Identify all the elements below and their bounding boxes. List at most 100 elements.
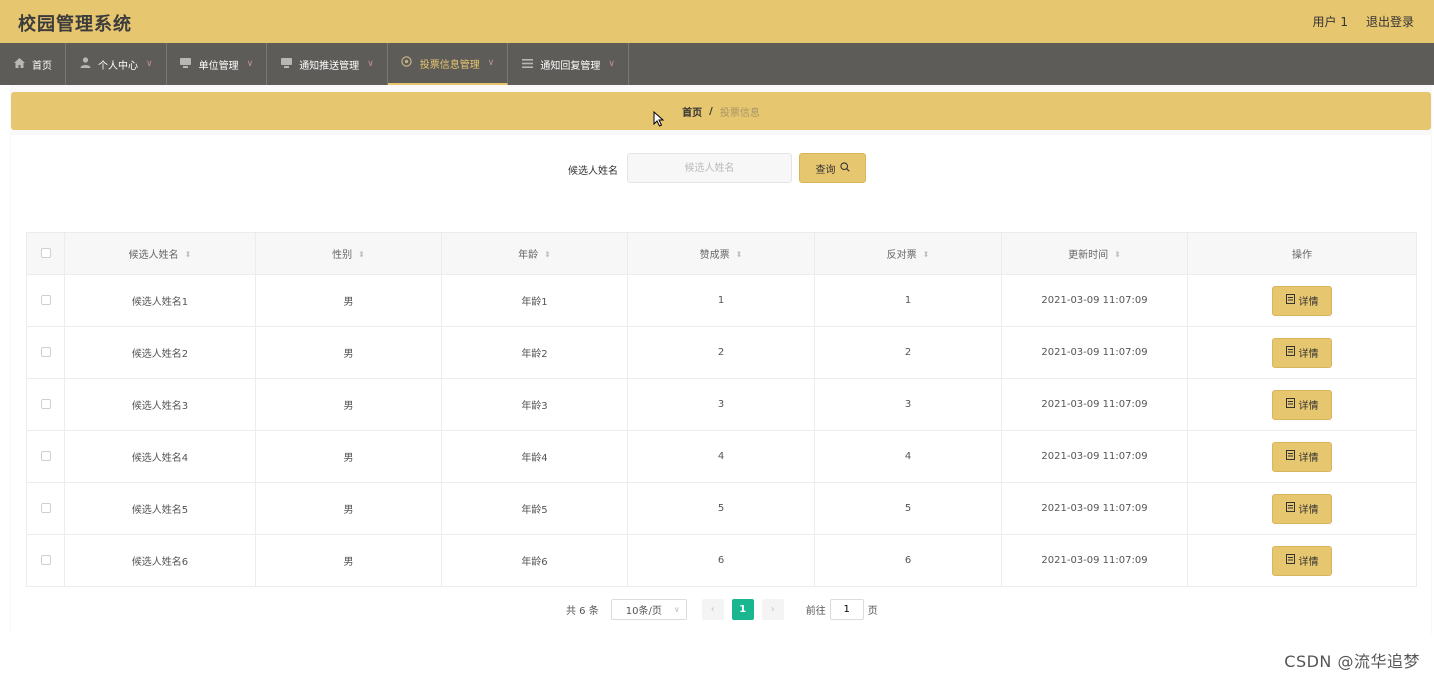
sort-icon[interactable]: ⬍	[544, 251, 551, 259]
nav-item-notice-reply[interactable]: 通知回复管理 ∨	[508, 43, 629, 85]
nav-label: 单位管理	[198, 60, 239, 72]
cell-no-votes: 2	[814, 326, 1002, 379]
chevron-down-icon: ∨	[367, 59, 374, 69]
sort-icon[interactable]: ⬍	[1114, 251, 1121, 259]
nav-label: 通知推送管理	[299, 60, 360, 72]
goto-page-input[interactable]	[829, 598, 864, 620]
table-header-row: 候选人姓名 ⬍ 性别 ⬍ 年龄 ⬍ 赞成票 ⬍ 反对票 ⬍ 更新时间 ⬍ 操作	[26, 232, 1417, 275]
detail-button[interactable]: 详情	[1272, 285, 1332, 316]
cell-age: 年龄5	[441, 482, 628, 535]
detail-button[interactable]: 详情	[1272, 337, 1332, 368]
cell-yes-votes: 6	[627, 534, 815, 587]
breadcrumb-home[interactable]: 首页	[682, 104, 702, 119]
row-checkbox[interactable]	[40, 503, 51, 513]
column-header: 操作	[1187, 232, 1417, 275]
column-header[interactable]: 赞成票 ⬍	[627, 232, 815, 275]
goto-label: 前往	[805, 605, 826, 617]
row-checkbox[interactable]	[40, 555, 51, 565]
row-checkbox[interactable]	[40, 451, 51, 461]
menu-icon	[521, 58, 533, 71]
table-row: 候选人姓名2 男 年龄2 2 2 2021-03-09 11:07:09 详情	[26, 326, 1417, 379]
nav-item-vote-info[interactable]: 投票信息管理 ∨	[387, 43, 509, 85]
cell-yes-votes: 4	[627, 430, 815, 483]
breadcrumb-separator: /	[709, 105, 713, 117]
nav-item-notice-push[interactable]: 通知推送管理 ∨	[267, 43, 388, 85]
nav-item-home[interactable]: 首页	[0, 43, 66, 85]
column-header[interactable]: 反对票 ⬍	[814, 232, 1002, 275]
row-checkbox[interactable]	[40, 399, 51, 409]
search-label: 候选人姓名	[568, 166, 618, 177]
nav-item-unit-management[interactable]: 单位管理 ∨	[167, 43, 268, 85]
sort-icon[interactable]: ⬍	[185, 251, 192, 259]
nav-label: 投票信息管理	[419, 59, 480, 71]
cell-updated-time: 2021-03-09 11:07:09	[1001, 534, 1188, 587]
breadcrumb-current: 投票信息	[719, 107, 760, 119]
cell-no-votes: 6	[814, 534, 1002, 587]
table-row: 候选人姓名5 男 年龄5 5 5 2021-03-09 11:07:09 详情	[26, 482, 1417, 535]
select-all-checkbox[interactable]	[40, 248, 51, 258]
page-size-select[interactable]: 10条/页 ∨	[610, 598, 687, 620]
column-header[interactable]: 候选人姓名 ⬍	[64, 232, 256, 275]
document-icon	[1285, 554, 1295, 567]
monitor-icon	[280, 57, 292, 71]
sort-icon[interactable]: ⬍	[358, 251, 365, 259]
breadcrumb: 首页 / 投票信息	[11, 92, 1431, 130]
next-page-button[interactable]: ›	[761, 598, 784, 620]
detail-button[interactable]: 详情	[1272, 493, 1332, 524]
column-header[interactable]: 性别 ⬍	[255, 232, 442, 275]
row-checkbox[interactable]	[40, 347, 51, 357]
cell-age: 年龄2	[441, 326, 628, 379]
current-user[interactable]: 用户 1	[1313, 13, 1348, 30]
watermark: CSDN @流华追梦	[1284, 652, 1420, 671]
document-icon	[1285, 346, 1295, 359]
cell-updated-time: 2021-03-09 11:07:09	[1001, 430, 1188, 483]
page-number-button[interactable]: 1	[731, 598, 754, 620]
cell-age: 年龄4	[441, 430, 628, 483]
search-icon	[839, 161, 850, 175]
column-header[interactable]: 年龄 ⬍	[441, 232, 628, 275]
cell-name: 候选人姓名3	[64, 378, 256, 431]
user-area: 用户 1 退出登录	[1313, 13, 1414, 30]
nav-item-personal-center[interactable]: 个人中心 ∨	[66, 43, 167, 85]
chevron-down-icon: ∨	[487, 58, 495, 68]
cell-name: 候选人姓名6	[64, 534, 256, 587]
document-icon	[1285, 450, 1295, 463]
cell-yes-votes: 2	[627, 326, 815, 379]
cell-no-votes: 3	[814, 378, 1002, 431]
cell-no-votes: 5	[814, 482, 1002, 535]
monitor-icon	[180, 57, 192, 71]
document-icon	[1285, 294, 1295, 307]
sort-icon[interactable]: ⬍	[923, 251, 930, 259]
column-header[interactable]: 更新时间 ⬍	[1001, 232, 1188, 275]
cell-gender: 男	[255, 274, 442, 327]
cell-yes-votes: 3	[627, 378, 815, 431]
chevron-down-icon: ∨	[673, 604, 680, 614]
detail-button[interactable]: 详情	[1272, 441, 1332, 472]
cell-name: 候选人姓名1	[64, 274, 256, 327]
detail-button[interactable]: 详情	[1272, 545, 1332, 576]
detail-button[interactable]: 详情	[1272, 389, 1332, 420]
chevron-left-icon: ‹	[710, 603, 715, 615]
cell-name: 候选人姓名4	[64, 430, 256, 483]
candidate-name-search-input[interactable]	[627, 153, 792, 183]
cell-yes-votes: 5	[627, 482, 815, 535]
cell-gender: 男	[255, 326, 442, 379]
search-button[interactable]: 查询	[799, 153, 866, 183]
cell-no-votes: 4	[814, 430, 1002, 483]
nav-label: 首页	[32, 60, 52, 72]
select-all-cell[interactable]	[26, 232, 65, 275]
mouse-cursor-icon	[653, 111, 665, 127]
table-row: 候选人姓名1 男 年龄1 1 1 2021-03-09 11:07:09 详情	[26, 274, 1417, 327]
chevron-right-icon: ›	[770, 603, 775, 615]
document-icon	[1285, 502, 1295, 515]
main-nav: 首页 个人中心 ∨ 单位管理 ∨ 通知推送管理 ∨ 投票信息管理 ∨ 通知回复管…	[0, 43, 1434, 85]
logout-link[interactable]: 退出登录	[1366, 13, 1414, 30]
row-checkbox[interactable]	[40, 295, 51, 305]
chevron-down-icon: ∨	[146, 59, 153, 69]
vote-table: 候选人姓名 ⬍ 性别 ⬍ 年龄 ⬍ 赞成票 ⬍ 反对票 ⬍ 更新时间 ⬍ 操作 候选人姓名1…	[26, 232, 1417, 587]
sort-icon[interactable]: ⬍	[736, 251, 743, 259]
table-row: 候选人姓名6 男 年龄6 6 6 2021-03-09 11:07:09 详情	[26, 534, 1417, 587]
cell-age: 年龄6	[441, 534, 628, 587]
prev-page-button[interactable]: ‹	[701, 598, 724, 620]
settings-icon	[401, 56, 413, 70]
